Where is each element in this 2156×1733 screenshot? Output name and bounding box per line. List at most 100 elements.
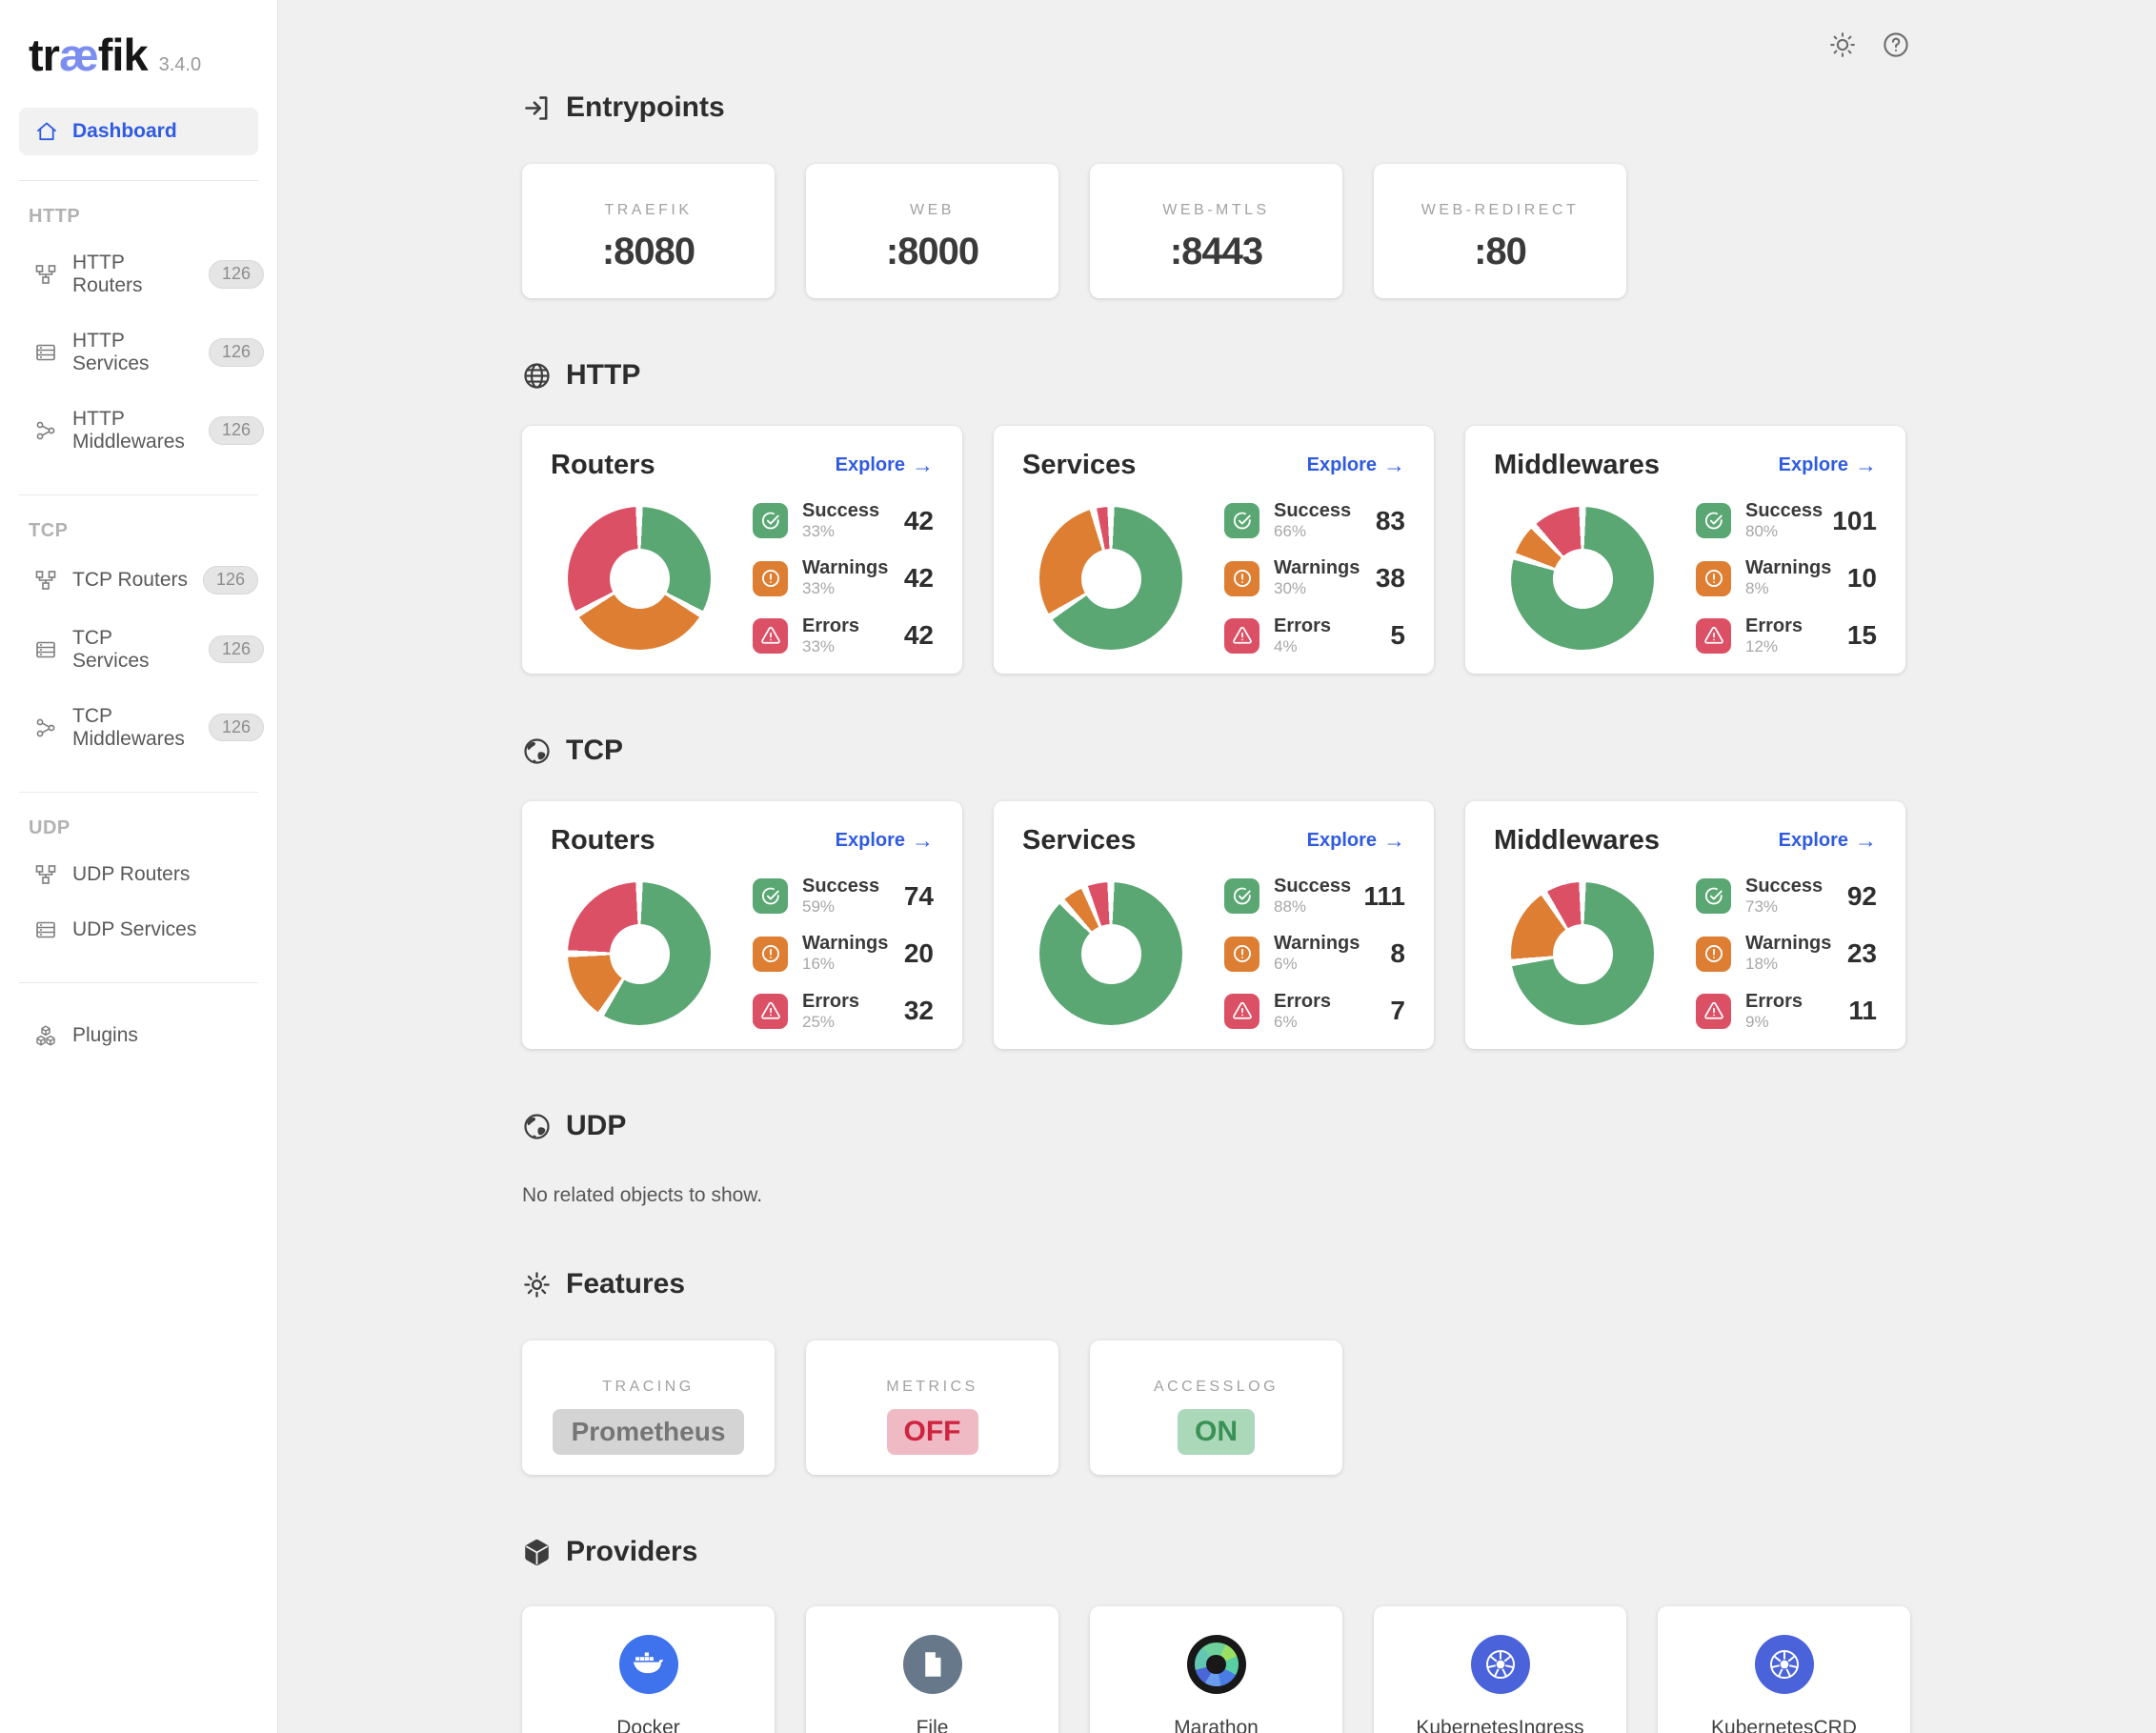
stat-row-success: Success33% 42 <box>753 500 934 541</box>
entrypoint-port: :8443 <box>1170 231 1262 273</box>
divider <box>19 494 258 495</box>
sidebar-item-tcp-routers[interactable]: TCP Routers 126 <box>0 550 277 611</box>
section-title: UDP <box>566 1110 626 1142</box>
entrypoint-card-traefik: TRAEFIK :8080 <box>522 164 775 298</box>
app-logo[interactable]: træfik 3.4.0 <box>29 29 277 81</box>
explore-link[interactable]: Explore→ <box>1779 830 1877 852</box>
stat-row-warnings: Warnings30% 38 <box>1224 557 1405 598</box>
sidebar-item-label: HTTP Middlewares <box>72 408 193 453</box>
provider-card-kubernetes-crd: KubernetesCRD <box>1658 1606 1910 1733</box>
sidebar-item-http-services[interactable]: HTTP Services 126 <box>0 313 277 392</box>
sidebar-item-udp-services[interactable]: UDP Services <box>0 902 277 957</box>
stat-row-success: Success88% 111 <box>1224 876 1405 917</box>
routers-icon <box>34 863 57 886</box>
theme-toggle-sun-icon[interactable] <box>1826 29 1859 61</box>
stat-row-errors: Errors6% 7 <box>1224 991 1405 1032</box>
tcp-services-donut-chart <box>1039 882 1182 1025</box>
tcp-routers-card: Routers Explore→ Success59% 74 Warnings <box>522 801 962 1049</box>
provider-label: KubernetesIngress <box>1416 1717 1583 1733</box>
stat-value: 32 <box>904 996 934 1026</box>
http-services-card: Services Explore→ Success66% 83 Warning <box>994 426 1434 674</box>
stat-value: 111 <box>1363 881 1405 912</box>
sidebar-item-http-middlewares[interactable]: HTTP Middlewares 126 <box>0 392 277 470</box>
main-area: Entrypoints TRAEFIK :8080 WEB :8000 WEB-… <box>278 0 2156 1733</box>
stat-row-warnings: Warnings16% 20 <box>753 933 934 974</box>
app-name: træfik <box>29 29 148 81</box>
marathon-icon <box>1187 1635 1246 1694</box>
count-badge: 126 <box>203 566 258 594</box>
middlewares-icon <box>34 419 57 442</box>
stat-row-success: Success66% 83 <box>1224 500 1405 541</box>
stat-value: 42 <box>904 620 934 651</box>
card-title: Services <box>1022 450 1136 481</box>
sidebar-section-udp: UDP <box>29 817 277 839</box>
providers-row: Docker File Marathon KubernetesIngress <box>522 1606 1912 1733</box>
sidebar-item-label: HTTP Services <box>72 330 193 375</box>
tcp-services-card: Services Explore→ Success88% 111 Warnin <box>994 801 1434 1049</box>
routers-icon <box>34 569 57 592</box>
udp-empty-message: No related objects to show. <box>522 1184 1912 1207</box>
success-icon <box>1696 878 1731 914</box>
entrypoint-name: TRAEFIK <box>604 202 692 219</box>
arrow-right-icon: → <box>1383 454 1405 476</box>
stat-value: 42 <box>904 506 934 536</box>
stat-value: 20 <box>904 938 934 969</box>
middlewares-icon <box>34 716 57 739</box>
sidebar-item-tcp-services[interactable]: TCP Services 126 <box>0 611 277 689</box>
entrypoint-card-web-redirect: WEB-REDIRECT :80 <box>1374 164 1626 298</box>
provider-card-file: File <box>806 1606 1058 1733</box>
entrypoint-card-web-mtls: WEB-MTLS :8443 <box>1090 164 1342 298</box>
arrow-right-icon: → <box>1383 830 1405 852</box>
plugins-icon <box>34 1024 57 1047</box>
section-title: HTTP <box>566 359 640 392</box>
explore-link[interactable]: Explore→ <box>1307 830 1405 852</box>
sidebar-item-label: HTTP Routers <box>72 252 193 297</box>
topbar-actions <box>1826 29 1912 61</box>
stat-value: 7 <box>1390 996 1405 1026</box>
section-title: Entrypoints <box>566 91 725 124</box>
provider-label: Docker <box>616 1717 680 1733</box>
feature-card-tracing: TRACING Prometheus <box>522 1340 775 1475</box>
http-middlewares-card: Middlewares Explore→ Success80% 101 War <box>1465 426 1905 674</box>
entrypoint-name: WEB <box>910 202 955 219</box>
sidebar-section-http: HTTP <box>29 206 277 228</box>
stat-row-warnings: Warnings18% 23 <box>1696 933 1877 974</box>
sidebar-item-http-routers[interactable]: HTTP Routers 126 <box>0 235 277 313</box>
stat-value: 38 <box>1376 563 1405 594</box>
gear-icon <box>522 1270 552 1300</box>
provider-label: File <box>917 1717 949 1733</box>
stat-value: 5 <box>1390 620 1405 651</box>
count-badge: 126 <box>209 338 264 367</box>
sidebar-item-label: TCP Middlewares <box>72 705 193 751</box>
routers-icon <box>34 263 57 286</box>
stat-row-success: Success73% 92 <box>1696 876 1877 917</box>
sidebar-item-plugins[interactable]: Plugins <box>0 1008 277 1063</box>
stat-value: 23 <box>1847 938 1877 969</box>
dashboard-content: Entrypoints TRAEFIK :8080 WEB :8000 WEB-… <box>522 0 1912 1733</box>
provider-label: Marathon <box>1174 1717 1259 1733</box>
sidebar-item-tcp-middlewares[interactable]: TCP Middlewares 126 <box>0 689 277 767</box>
explore-link[interactable]: Explore→ <box>1779 454 1877 476</box>
warning-icon <box>753 561 788 596</box>
features-row: TRACING Prometheus METRICS OFF ACCESSLOG… <box>522 1340 1912 1475</box>
features-section-header: Features <box>522 1268 1912 1300</box>
sidebar-item-dashboard[interactable]: Dashboard <box>19 108 258 155</box>
error-icon <box>753 994 788 1029</box>
feature-card-accesslog: ACCESSLOG ON <box>1090 1340 1342 1475</box>
warning-icon <box>1696 937 1731 972</box>
sidebar-item-udp-routers[interactable]: UDP Routers <box>0 847 277 902</box>
stat-value: 83 <box>1376 506 1405 536</box>
feature-value-badge: Prometheus <box>553 1409 745 1455</box>
http-cards-row: Routers Explore→ Success33% 42 Warnings <box>522 426 1912 674</box>
feature-name: METRICS <box>886 1379 978 1396</box>
explore-link[interactable]: Explore→ <box>1307 454 1405 476</box>
help-icon[interactable] <box>1880 29 1912 61</box>
explore-link[interactable]: Explore→ <box>836 454 934 476</box>
tcp-middlewares-card: Middlewares Explore→ Success73% 92 Warn <box>1465 801 1905 1049</box>
stat-value: 74 <box>904 881 934 912</box>
card-title: Middlewares <box>1494 825 1660 856</box>
tcp-section-header: TCP <box>522 735 1912 767</box>
earth-icon <box>522 1112 552 1141</box>
explore-link[interactable]: Explore→ <box>836 830 934 852</box>
stat-value: 15 <box>1847 620 1877 651</box>
